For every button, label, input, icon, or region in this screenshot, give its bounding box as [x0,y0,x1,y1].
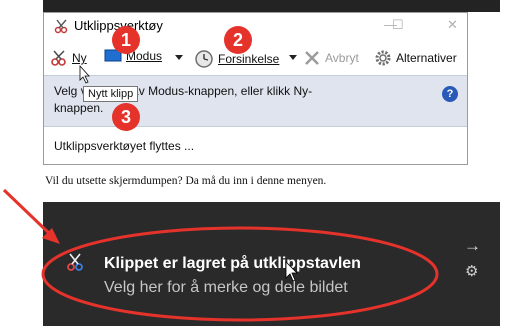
delay-dropdown-arrow-icon[interactable] [289,55,297,60]
new-button[interactable]: Ny [50,49,87,67]
close-button[interactable]: ✕ [447,17,458,33]
options-button[interactable]: Alternativer [374,49,457,67]
top-dark-bar [43,0,500,12]
gear-icon[interactable]: ⚙ [465,262,478,280]
scissors-icon [51,50,66,66]
annotation-badge-1: 1 [112,26,140,54]
cancel-label: Avbryt [325,51,359,65]
snip-app-icon [67,253,83,271]
toolbar: Ny Modus Forsinkelse Avbryt Alternativer [44,43,467,73]
delay-label: Forsinkelse [218,52,280,66]
article-caption: Vil du utsette skjermdumpen? Da må du in… [45,175,327,187]
annotation-badge-3: 3 [112,103,140,131]
new-label: Ny [72,51,87,65]
clock-icon [195,50,213,68]
notification-subtitle: Velg her for å merke og dele bildet [104,279,348,296]
annotation-badge-2: 2 [224,26,252,54]
title-bar: Utklippsverktøy — ☐ ✕ [44,13,467,39]
arrow-right-icon[interactable]: → [464,236,481,256]
toast-notification[interactable]: Klippet er lagret på utklippstavlen Velg… [43,202,500,326]
maximize-button[interactable]: ☐ [392,17,404,33]
gear-icon [375,50,391,66]
scissors-icon [54,19,68,34]
close-x-icon [305,51,319,65]
help-icon[interactable]: ? [442,86,458,102]
tooltip: Nytt klipp [83,86,139,102]
mode-dropdown-arrow-icon[interactable] [175,55,183,60]
options-label: Alternativer [396,51,457,65]
message-line-2: knappen. [54,101,104,115]
cancel-button[interactable]: Avbryt [303,49,359,67]
notification-title: Klippet er lagret på utklippstavlen [104,255,361,272]
status-text: Utklippsverktøyet flyttes ... [54,139,195,153]
